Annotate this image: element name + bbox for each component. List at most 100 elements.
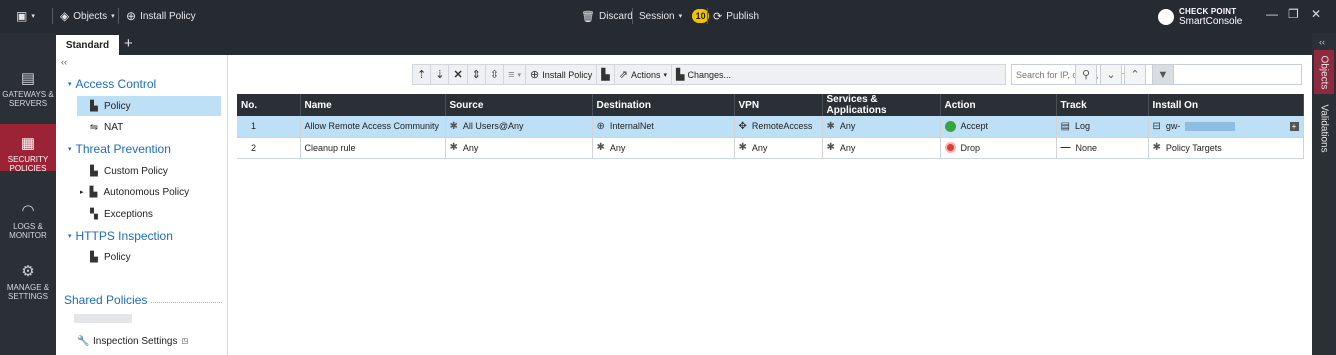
objects-label: Objects xyxy=(73,10,108,22)
external-link-icon: ◳ xyxy=(181,338,189,345)
column-header-services[interactable]: Services & Applications xyxy=(822,94,941,116)
delete-rule-button[interactable]: ✕ xyxy=(449,65,468,84)
collapse-panel-icon[interactable]: ‹‹ xyxy=(61,57,67,67)
track-cell[interactable]: ▤ Log xyxy=(1056,116,1149,138)
filter-button[interactable]: ▼ xyxy=(1152,64,1174,85)
nav-security-policies[interactable]: ▦ SECURITY POLICIES xyxy=(0,124,56,173)
objects-menu-button[interactable]: ◈ Objects ▾ xyxy=(60,9,115,23)
column-header-install-on[interactable]: Install On xyxy=(1148,94,1304,116)
source-cell[interactable]: ✱ Any xyxy=(445,137,593,159)
nav-gateways-servers[interactable]: ▤ GATEWAYS & SERVERS xyxy=(0,71,56,109)
expand-sections-button[interactable]: ⇕ xyxy=(468,65,486,84)
close-icon[interactable]: ✕ xyxy=(1311,7,1321,21)
policy-book-icon: ▙ xyxy=(90,165,98,177)
nav-logs-monitor[interactable]: ◠ LOGS & MONITOR xyxy=(0,202,56,241)
inspection-settings-link[interactable]: 🔧 Inspection Settings ◳ xyxy=(77,331,188,351)
install-policy-label: Install Policy xyxy=(542,69,593,80)
logs-monitor-icon: ◠ xyxy=(21,202,35,219)
column-header-action[interactable]: Action xyxy=(940,94,1057,116)
tree-exceptions[interactable]: ▚ Exceptions xyxy=(88,204,153,224)
caret-down-icon: ▾ xyxy=(68,146,72,153)
chevron-down-icon: ▾ xyxy=(31,13,35,20)
tree-label: Inspection Settings xyxy=(93,335,178,347)
tree-access-policy[interactable]: ▙ Policy xyxy=(77,96,221,116)
tree-https-policy[interactable]: ▙ Policy xyxy=(88,247,131,267)
vpn-cell[interactable]: ✥ RemoteAccess xyxy=(734,116,823,138)
rule-number[interactable]: 2 xyxy=(237,137,301,159)
tree-nat[interactable]: ⇋ NAT xyxy=(88,117,123,137)
objects-tab-label: Objects xyxy=(1318,55,1330,89)
rule-name-cell[interactable]: Cleanup rule xyxy=(300,137,446,159)
column-header-name[interactable]: Name xyxy=(300,94,446,116)
install-on-cell[interactable]: ⊟ gw- + xyxy=(1148,116,1304,138)
title-bar: ▣ ▾ ◈ Objects ▾ ⊕ Install Policy 🗑 Disca… xyxy=(0,0,1336,33)
discard-label: Discard xyxy=(598,10,633,22)
nav-manage-settings[interactable]: ⚙ MANAGE & SETTINGS xyxy=(0,264,56,302)
nav-label: SECURITY POLICIES xyxy=(7,155,49,173)
actions-menu-button[interactable]: ⇗ Actions ▾ xyxy=(615,65,672,84)
vpn-cell[interactable]: ✱ Any xyxy=(734,137,823,159)
publish-button[interactable]: ⟳ Publish xyxy=(713,9,759,23)
session-menu-button[interactable]: Session ▾ 10 xyxy=(639,9,710,23)
add-rule-above-button[interactable]: ⇡ xyxy=(413,65,432,84)
search-button[interactable]: ⚲ xyxy=(1075,64,1097,85)
column-header-vpn[interactable]: VPN xyxy=(734,94,823,116)
track-cell[interactable]: — None xyxy=(1056,137,1149,159)
tree-autonomous-policy[interactable]: ▸ ▙ Autonomous Policy xyxy=(80,182,189,202)
source-cell[interactable]: ✱ All Users@Any xyxy=(445,116,593,138)
install-on-cell[interactable]: ✱ Policy Targets xyxy=(1148,137,1304,159)
services-cell[interactable]: ✱ Any xyxy=(822,137,941,159)
services-cell[interactable]: ✱ Any xyxy=(822,116,941,138)
add-target-icon[interactable]: + xyxy=(1289,121,1299,131)
publish-label: Publish xyxy=(726,10,760,22)
restore-icon[interactable]: ❐ xyxy=(1288,7,1299,21)
destination-cell[interactable]: ✱ Any xyxy=(592,137,735,159)
collapse-sections-button[interactable]: ⇳ xyxy=(486,65,505,84)
tab-validations[interactable]: Validations xyxy=(1314,97,1334,159)
install-policy-button[interactable]: ⊕ Install Policy xyxy=(126,9,196,23)
any-icon: ✱ xyxy=(826,142,835,153)
tree-custom-policy[interactable]: ▙ Custom Policy xyxy=(88,161,168,181)
validations-tab-label: Validations xyxy=(1318,103,1330,153)
sections-menu-button[interactable]: ≡ ▾ xyxy=(504,65,527,84)
tab-standard[interactable]: Standard xyxy=(56,35,119,55)
rule-name-cell[interactable]: Allow Remote Access Community xyxy=(300,116,446,138)
add-tab-button[interactable]: + xyxy=(124,35,133,53)
previous-match-button[interactable]: ⌃ xyxy=(1124,64,1146,85)
table-header-row: No. Name Source Destination VPN Services… xyxy=(237,94,1304,116)
chevron-down-icon: ▾ xyxy=(111,13,115,20)
action-cell[interactable]: Accept xyxy=(940,116,1057,138)
rule-number[interactable]: 1 xyxy=(237,116,301,138)
collapse-right-icon[interactable]: ‹‹ xyxy=(1319,37,1325,47)
action-cell[interactable]: Drop xyxy=(940,137,1057,159)
shared-policies-section[interactable]: Shared Policies xyxy=(64,293,222,307)
right-sidebar: ‹‹ Objects Validations xyxy=(1312,33,1336,355)
vpn-value: Any xyxy=(751,142,768,153)
tree-threat-prevention[interactable]: ▾ Threat Prevention xyxy=(68,142,171,156)
tab-objects[interactable]: Objects xyxy=(1314,50,1334,94)
policy-settings-button[interactable]: ▙ xyxy=(597,65,615,84)
tree-https-inspection[interactable]: ▾ HTTPS Inspection xyxy=(68,229,173,243)
table-row[interactable]: 2 Cleanup rule ✱ Any ✱ Any ✱ Any ✱ Any Drop … xyxy=(237,137,1304,159)
changes-button[interactable]: ▙ Changes... xyxy=(672,65,735,84)
column-header-destination[interactable]: Destination xyxy=(592,94,735,116)
column-header-track[interactable]: Track xyxy=(1056,94,1149,116)
discard-button[interactable]: 🗑 Discard xyxy=(581,9,633,23)
tree-access-control[interactable]: ▾ Access Control xyxy=(68,77,156,91)
chevron-down-icon: ⌄ xyxy=(1106,69,1116,81)
app-menu-button[interactable]: ▣ ▾ xyxy=(16,9,35,23)
minimize-icon[interactable]: — xyxy=(1266,7,1278,21)
brand-bottom: SmartConsole xyxy=(1179,16,1243,27)
destination-cell[interactable]: ⊕ InternalNet xyxy=(592,116,735,138)
toolbar-install-policy-button[interactable]: ⊕ Install Policy xyxy=(526,65,598,84)
column-header-no[interactable]: No. xyxy=(237,94,301,116)
table-row[interactable]: 1 Allow Remote Access Community ✱ All Use… xyxy=(237,116,1304,138)
add-rule-below-button[interactable]: ⇣ xyxy=(431,65,450,84)
next-match-button[interactable]: ⌄ xyxy=(1100,64,1122,85)
divider xyxy=(151,301,222,303)
tree-label: Access Control xyxy=(75,77,157,91)
tree-label: Policy xyxy=(104,251,131,263)
track-value: None xyxy=(1075,142,1098,153)
column-header-source[interactable]: Source xyxy=(445,94,593,116)
destination-value: InternalNet xyxy=(609,121,654,132)
